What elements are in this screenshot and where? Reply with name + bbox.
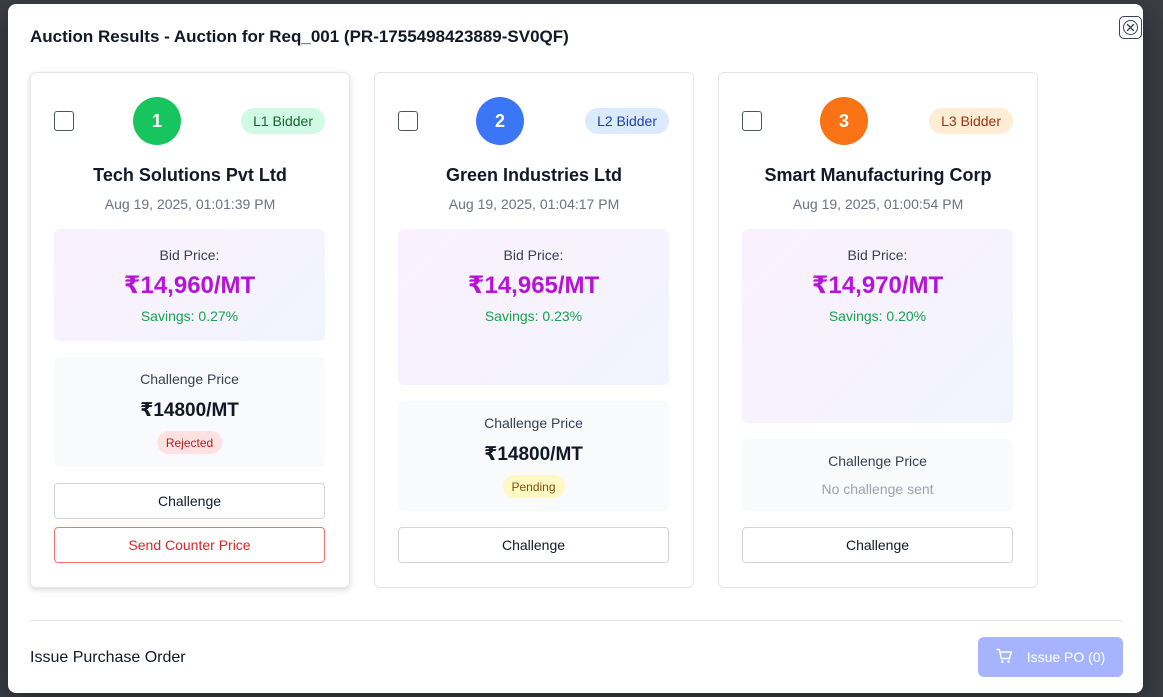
bid-price-value: ₹14,970/MT xyxy=(811,272,944,299)
rank-circle: 1 xyxy=(133,97,181,145)
challenge-status-badge: Rejected xyxy=(156,431,223,454)
challenge-price-panel: Challenge Price ₹14800/MT Rejected xyxy=(54,357,325,467)
send-counter-price-button[interactable]: Send Counter Price xyxy=(54,527,325,563)
savings-text: Savings: 0.20% xyxy=(828,308,927,324)
select-bid-checkbox[interactable] xyxy=(742,111,762,131)
vendor-name: Green Industries Ltd xyxy=(445,165,623,185)
bid-timestamp: Aug 19, 2025, 01:01:39 PM xyxy=(104,196,276,212)
bid-price-value: ₹14,960/MT xyxy=(123,272,256,299)
challenge-button[interactable]: Challenge xyxy=(54,483,325,519)
rank-circle: 2 xyxy=(476,97,524,145)
shopping-cart-icon xyxy=(995,648,1013,667)
rank-circle: 3 xyxy=(820,97,868,145)
bid-price-panel: Bid Price: ₹14,965/MT Savings: 0.23% xyxy=(398,229,669,385)
bid-card-3: 3 L3 Bidder Smart Manufacturing Corp Aug… xyxy=(718,72,1038,588)
savings-text: Savings: 0.27% xyxy=(140,308,239,324)
bid-price-value: ₹14,965/MT xyxy=(467,272,600,299)
issue-po-label: Issue PO (0) xyxy=(1026,649,1106,665)
bid-price-label: Bid Price: xyxy=(159,247,220,263)
challenge-button[interactable]: Challenge xyxy=(742,527,1013,563)
challenge-price-value: ₹14800/MT xyxy=(484,444,583,465)
vendor-name: Smart Manufacturing Corp xyxy=(764,165,992,185)
footer-divider xyxy=(30,620,1123,621)
challenge-price-panel: Challenge Price No challenge sent xyxy=(742,439,1013,511)
vendor-name: Tech Solutions Pvt Ltd xyxy=(93,165,287,185)
select-bid-checkbox[interactable] xyxy=(54,111,74,131)
challenge-price-label: Challenge Price xyxy=(140,371,239,387)
bid-price-label: Bid Price: xyxy=(847,247,908,263)
challenge-price-label: Challenge Price xyxy=(828,453,927,469)
bidder-badge: L1 Bidder xyxy=(241,108,325,134)
challenge-button[interactable]: Challenge xyxy=(398,527,669,563)
modal-title: Auction Results - Auction for Req_001 (P… xyxy=(30,27,569,46)
bid-price-panel: Bid Price: ₹14,970/MT Savings: 0.20% xyxy=(742,229,1013,423)
no-challenge-text: No challenge sent xyxy=(821,481,934,497)
savings-text: Savings: 0.23% xyxy=(484,308,583,324)
bid-card-1: 1 L1 Bidder Tech Solutions Pvt Ltd Aug 1… xyxy=(30,72,350,588)
bidder-badge: L3 Bidder xyxy=(929,108,1013,134)
challenge-price-value: ₹14800/MT xyxy=(140,400,239,421)
auction-results-modal: Auction Results - Auction for Req_001 (P… xyxy=(8,4,1143,693)
bid-timestamp: Aug 19, 2025, 01:00:54 PM xyxy=(792,196,964,212)
bidder-badge: L2 Bidder xyxy=(585,108,669,134)
bid-price-label: Bid Price: xyxy=(503,247,564,263)
issue-po-button[interactable]: Issue PO (0) xyxy=(978,637,1123,677)
issue-purchase-order-heading: Issue Purchase Order xyxy=(30,649,186,666)
select-bid-checkbox[interactable] xyxy=(398,111,418,131)
challenge-price-label: Challenge Price xyxy=(484,415,583,431)
challenge-price-panel: Challenge Price ₹14800/MT Pending xyxy=(398,401,669,511)
bid-card-2: 2 L2 Bidder Green Industries Ltd Aug 19,… xyxy=(374,72,694,588)
bid-price-panel: Bid Price: ₹14,960/MT Savings: 0.27% xyxy=(54,229,325,341)
close-button[interactable] xyxy=(1119,16,1142,39)
challenge-status-badge: Pending xyxy=(502,475,565,498)
close-circle-icon xyxy=(1123,20,1138,35)
bid-timestamp: Aug 19, 2025, 01:04:17 PM xyxy=(448,196,620,212)
